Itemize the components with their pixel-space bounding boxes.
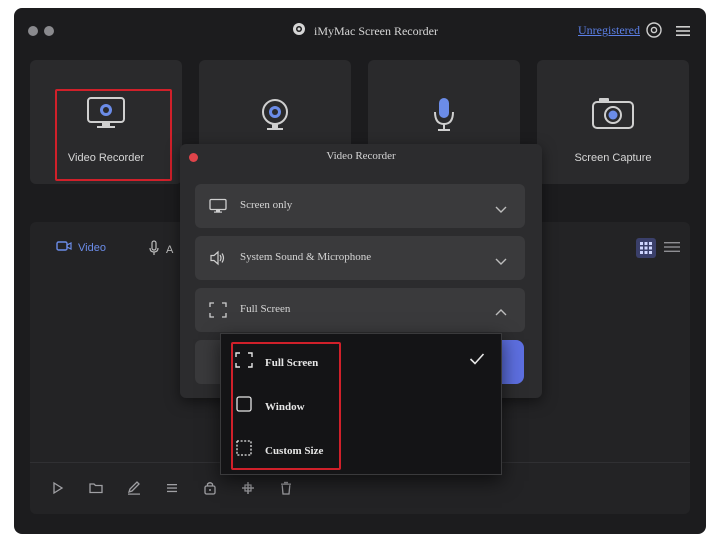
fullscreen-icon xyxy=(209,302,227,318)
microphone-icon xyxy=(431,96,457,137)
webcam-icon xyxy=(258,98,292,137)
card-label: Screen Capture xyxy=(574,152,652,164)
row-label: Screen only xyxy=(240,199,293,211)
folder-icon[interactable] xyxy=(88,480,104,496)
tab-video[interactable]: Video xyxy=(56,240,106,255)
video-camera-icon xyxy=(56,240,72,255)
list-view-icon[interactable] xyxy=(664,240,680,256)
unregistered-link[interactable]: Unregistered xyxy=(578,23,640,38)
title-bar: iMyMac Screen Recorder Unregistered xyxy=(14,8,706,52)
options-highlight xyxy=(231,342,341,470)
chevron-down-icon xyxy=(495,201,507,213)
capture-area-select[interactable]: Full Screen xyxy=(195,288,525,332)
grid-view-icon[interactable] xyxy=(636,238,656,258)
play-icon[interactable] xyxy=(50,480,66,496)
edit-icon[interactable] xyxy=(126,480,142,496)
capture-area-dropdown: Full Screen Window Custom Size xyxy=(220,333,502,475)
camera-icon xyxy=(591,96,635,135)
lock-icon[interactable] xyxy=(202,480,218,496)
row-label: System Sound & Microphone xyxy=(240,251,372,263)
tab-audio[interactable]: A xyxy=(148,240,173,259)
speaker-icon xyxy=(209,250,227,266)
card-screen-capture[interactable]: Screen Capture xyxy=(537,60,689,184)
row-label: Full Screen xyxy=(240,303,291,315)
chevron-up-icon xyxy=(495,305,507,316)
dialog-title: Video Recorder xyxy=(326,150,396,162)
trash-icon[interactable] xyxy=(278,480,294,496)
video-recorder-highlight xyxy=(55,89,172,181)
audio-source-select[interactable]: System Sound & Microphone xyxy=(195,236,525,280)
window-dot[interactable] xyxy=(28,26,38,36)
monitor-icon xyxy=(209,198,227,214)
settings-gear-icon[interactable] xyxy=(645,21,663,39)
screen-source-select[interactable]: Screen only xyxy=(195,184,525,228)
app-title: iMyMac Screen Recorder xyxy=(314,23,438,38)
move-icon[interactable] xyxy=(240,480,256,496)
microphone-icon xyxy=(148,240,160,259)
app-logo-icon xyxy=(292,22,306,41)
list-icon[interactable] xyxy=(164,480,180,496)
menu-icon[interactable] xyxy=(676,24,690,36)
title-group: iMyMac Screen Recorder xyxy=(292,21,438,41)
tab-label: Video xyxy=(78,241,106,254)
tab-label: A xyxy=(166,243,174,256)
window-dot[interactable] xyxy=(44,26,54,36)
chevron-down-icon xyxy=(495,253,507,265)
checkmark-icon xyxy=(469,352,485,366)
